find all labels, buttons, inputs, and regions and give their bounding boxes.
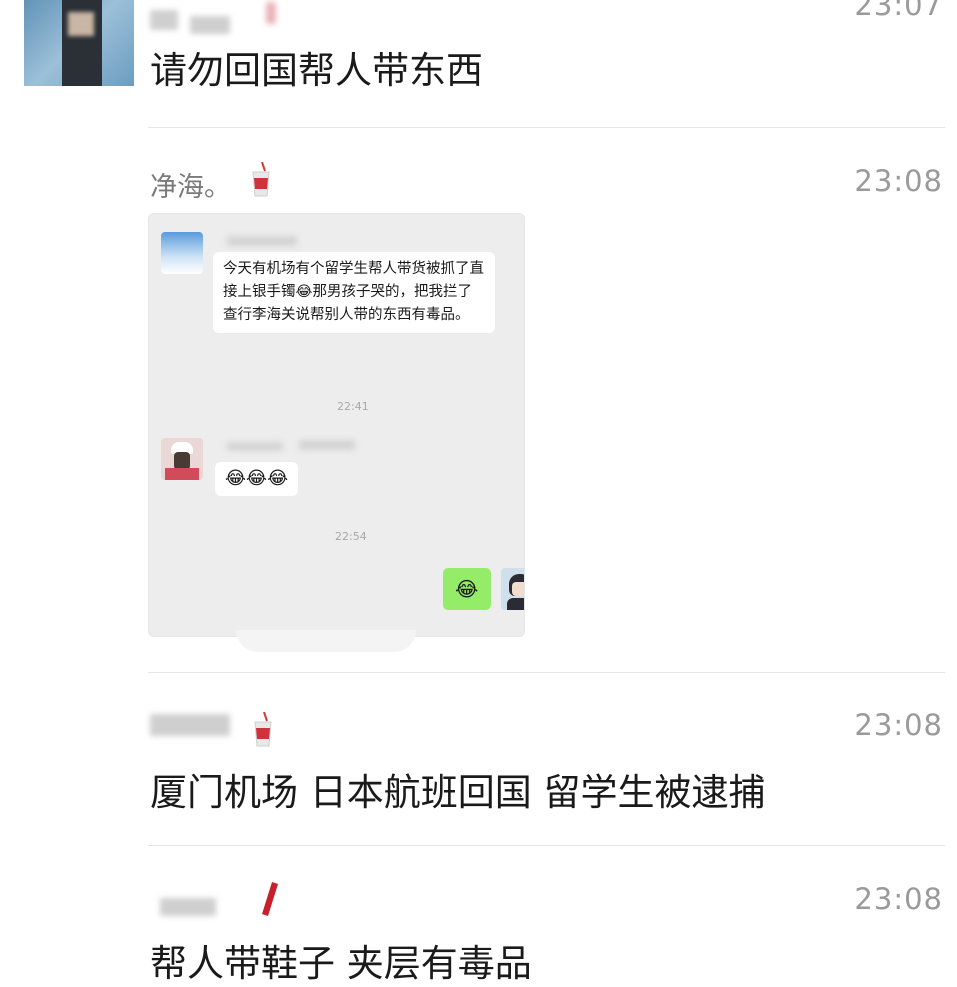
emoji-reply-bubble: 😂😂😂 bbox=[215, 462, 299, 496]
avatar bbox=[161, 438, 203, 480]
avatar[interactable] bbox=[24, 0, 134, 86]
message-text: 厦门机场 日本航班回国 留学生被逮捕 bbox=[150, 771, 766, 814]
drink-cup-icon bbox=[254, 712, 272, 747]
laughing-emoji-icon: 😂 bbox=[455, 577, 479, 601]
message-time: 23:08 bbox=[854, 882, 943, 916]
divider bbox=[148, 672, 945, 673]
message-text: 帮人带鞋子 夹层有毒品 bbox=[150, 942, 532, 985]
blurred-reaction bbox=[236, 630, 416, 652]
blurred-sender-name bbox=[150, 714, 230, 736]
blurred-sender-name bbox=[227, 236, 297, 246]
message-text: 请勿回国帮人带东西 bbox=[150, 49, 483, 92]
message-time: 23:07 bbox=[854, 0, 943, 22]
sent-message-bubble: 😂 bbox=[443, 568, 491, 610]
blurred-sender-name bbox=[190, 16, 230, 34]
drink-cup-icon bbox=[252, 162, 270, 197]
chat-timestamp: 22:41 bbox=[337, 400, 369, 413]
sender-name: 净海。 bbox=[150, 172, 231, 203]
blurred-sender-name bbox=[299, 440, 355, 450]
message-time: 23:08 bbox=[854, 708, 943, 742]
chat-timestamp: 22:54 bbox=[335, 530, 367, 543]
received-message-bubble: 今天有机场有个留学生帮人带货被抓了直接上银手镯😂那男孩子哭的，把我拦了查行李海关… bbox=[213, 252, 495, 333]
blurred-sender-icon bbox=[266, 2, 276, 24]
blurred-sender-name bbox=[227, 442, 283, 451]
avatar bbox=[161, 232, 203, 274]
blurred-sender-name bbox=[160, 898, 216, 916]
shared-chat-screenshot[interactable]: 今天有机场有个留学生帮人带货被抓了直接上银手镯😂那男孩子哭的，把我拦了查行李海关… bbox=[148, 213, 525, 637]
divider bbox=[148, 845, 945, 846]
message-time: 23:08 bbox=[854, 164, 943, 198]
divider bbox=[148, 127, 945, 128]
drink-cup-icon bbox=[262, 882, 278, 916]
avatar bbox=[501, 568, 524, 610]
avatar-face bbox=[68, 12, 94, 36]
blurred-sender-name bbox=[150, 10, 178, 30]
